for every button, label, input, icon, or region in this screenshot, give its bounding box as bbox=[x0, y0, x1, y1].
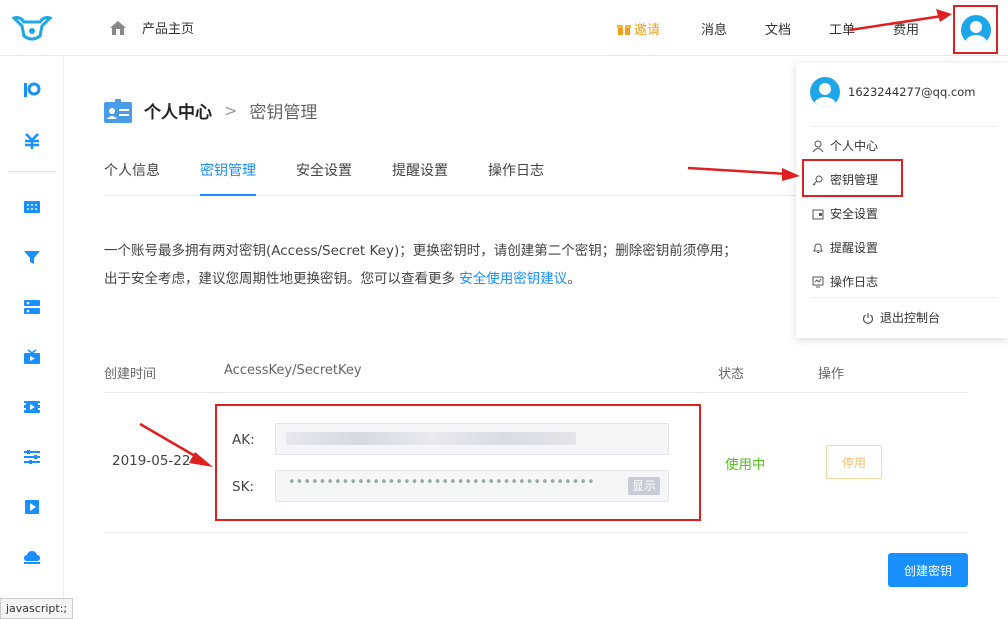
breadcrumb: 个人中心 > 密钥管理 bbox=[104, 98, 317, 123]
table-row-divider bbox=[104, 532, 968, 533]
currency-icon[interactable] bbox=[23, 133, 41, 149]
menu-profile-label: 个人中心 bbox=[830, 139, 879, 153]
disable-button[interactable]: 停用 bbox=[826, 445, 882, 479]
menu-reminders[interactable]: 提醒设置 bbox=[812, 239, 878, 256]
dropdown-divider bbox=[810, 126, 996, 127]
home-link[interactable]: 产品主页 bbox=[108, 18, 194, 37]
server-icon[interactable] bbox=[23, 299, 41, 315]
secret-key-mask: •••••••••••••••••••••••••••••••••••••••• bbox=[288, 475, 595, 490]
status-badge: 使用中 bbox=[725, 457, 766, 473]
nav-docs[interactable]: 文档 bbox=[765, 19, 791, 38]
nav-messages[interactable]: 消息 bbox=[701, 19, 727, 38]
log-icon bbox=[812, 276, 824, 287]
home-icon bbox=[110, 20, 126, 35]
user-avatar-button[interactable] bbox=[953, 5, 998, 54]
menu-logs-label: 操作日志 bbox=[830, 275, 879, 289]
avatar bbox=[960, 14, 991, 45]
key-icon bbox=[812, 175, 823, 185]
user-email: 1623244277@qq.com bbox=[848, 85, 976, 99]
breadcrumb-level1[interactable]: 个人中心 bbox=[144, 98, 212, 123]
tv-icon[interactable] bbox=[23, 349, 41, 365]
key-highlight-box: AK: SK: ••••••••••••••••••••••••••••••••… bbox=[215, 404, 701, 521]
ak-label: AK: bbox=[232, 432, 255, 448]
gift-icon bbox=[617, 24, 631, 35]
breadcrumb-separator: > bbox=[224, 101, 238, 120]
id-card-icon bbox=[104, 98, 132, 123]
nav-tickets[interactable]: 工单 bbox=[829, 19, 855, 38]
tab-reminders[interactable]: 提醒设置 bbox=[392, 160, 448, 196]
sidebar-divider bbox=[8, 171, 56, 172]
created-date: 2019-05-22 bbox=[112, 453, 191, 469]
tab-logs[interactable]: 操作日志 bbox=[488, 160, 544, 196]
user-icon bbox=[812, 140, 824, 152]
dropdown-divider bbox=[810, 297, 996, 298]
top-bar: 产品主页 邀请 消息 文档 工单 费用 bbox=[0, 0, 1008, 56]
logout-label: 退出控制台 bbox=[880, 311, 941, 325]
video-icon[interactable] bbox=[23, 399, 41, 415]
power-icon bbox=[862, 312, 874, 324]
arrow-head-icon bbox=[189, 452, 213, 467]
menu-keys[interactable]: 密钥管理 bbox=[812, 171, 878, 188]
tab-profile[interactable]: 个人信息 bbox=[104, 160, 160, 196]
description: 一个账号最多拥有两对密钥(Access/Secret Key)；更换密钥时，请创… bbox=[104, 237, 744, 293]
description-text: 一个账号最多拥有两对密钥(Access/Secret Key)；更换密钥时，请创… bbox=[104, 243, 737, 287]
shield-icon bbox=[812, 209, 824, 219]
security-advice-link[interactable]: 安全使用密钥建议 bbox=[459, 271, 567, 287]
create-key-button[interactable]: 创建密钥 bbox=[888, 553, 968, 587]
header-keys: AccessKey/SecretKey bbox=[224, 363, 362, 378]
secret-key-field[interactable]: ••••••••••••••••••••••••••••••••••••••••… bbox=[275, 470, 669, 502]
nav-invite[interactable]: 邀请 bbox=[617, 19, 660, 38]
sk-label: SK: bbox=[232, 479, 254, 495]
funnel-icon[interactable] bbox=[23, 249, 41, 265]
nav-invite-label: 邀请 bbox=[634, 23, 661, 38]
grid-icon[interactable] bbox=[23, 199, 41, 215]
bell-icon bbox=[812, 242, 824, 253]
menu-security-label: 安全设置 bbox=[830, 207, 879, 221]
access-key-field[interactable] bbox=[275, 423, 669, 455]
sliders-icon[interactable] bbox=[23, 449, 41, 465]
logout-button[interactable]: 退出控制台 bbox=[862, 309, 940, 326]
browser-status-bar: javascript:; bbox=[0, 598, 74, 619]
description-end: 。 bbox=[567, 271, 581, 287]
tab-security[interactable]: 安全设置 bbox=[296, 160, 352, 196]
avatar bbox=[810, 77, 840, 107]
logo-icon[interactable] bbox=[12, 14, 52, 42]
user-dropdown: 1623244277@qq.com 个人中心 密钥管理 安全设置 提醒设置 操作… bbox=[796, 63, 1008, 338]
nav-billing[interactable]: 费用 bbox=[893, 19, 919, 38]
brand-icon[interactable] bbox=[23, 82, 41, 98]
menu-keys-label: 密钥管理 bbox=[830, 173, 879, 187]
sidebar bbox=[0, 57, 64, 619]
cloud-icon[interactable] bbox=[23, 549, 41, 565]
header-status: 状态 bbox=[718, 367, 745, 382]
menu-logs[interactable]: 操作日志 bbox=[812, 273, 878, 290]
table-header-divider bbox=[104, 392, 968, 393]
header-action: 操作 bbox=[818, 367, 845, 382]
tab-keys[interactable]: 密钥管理 bbox=[200, 160, 256, 196]
play-icon[interactable] bbox=[23, 499, 41, 515]
show-secret-button[interactable]: 显示 bbox=[627, 477, 660, 495]
menu-reminders-label: 提醒设置 bbox=[830, 241, 879, 255]
header-created: 创建时间 bbox=[104, 367, 157, 382]
menu-security[interactable]: 安全设置 bbox=[812, 205, 878, 222]
dropdown-user: 1623244277@qq.com bbox=[810, 77, 975, 107]
page-title: 密钥管理 bbox=[249, 103, 318, 123]
home-label: 产品主页 bbox=[142, 22, 195, 37]
menu-profile[interactable]: 个人中心 bbox=[812, 137, 878, 154]
access-key-value bbox=[286, 432, 576, 445]
